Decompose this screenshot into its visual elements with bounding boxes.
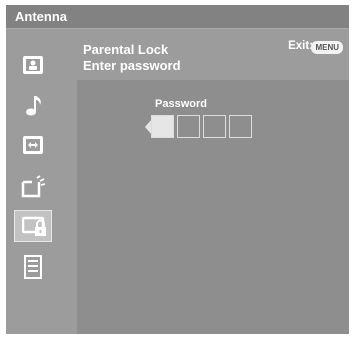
sidebar-item-parental-lock[interactable] (14, 210, 52, 242)
screen-adjust-icon (23, 136, 43, 154)
sidebar-item-setup[interactable] (14, 170, 52, 202)
password-digit-3[interactable] (203, 115, 226, 138)
sidebar-item-picture[interactable] (14, 50, 52, 82)
picture-icon (23, 56, 43, 74)
page-title: Parental Lock (83, 42, 169, 57)
exit-label: Exit: (288, 40, 313, 52)
password-digit-4[interactable] (229, 115, 252, 138)
top-bar: Antenna (6, 5, 349, 28)
sidebar (6, 29, 77, 334)
password-digit-1[interactable] (151, 115, 174, 138)
page-subtitle: Enter password (83, 58, 181, 73)
content-panel: Parental Lock Enter password Exit: MENU … (77, 29, 349, 334)
parental-lock-icon (22, 216, 46, 236)
menu-screen: Antenna Parental Lock Enter password Exi… (6, 5, 349, 334)
menu-key-badge[interactable]: MENU (311, 41, 343, 54)
password-label: Password (155, 98, 207, 110)
header-panel: Parental Lock Enter password Exit: MENU (77, 29, 349, 80)
setup-icon (21, 175, 46, 198)
sidebar-item-screen[interactable] (14, 130, 52, 162)
sidebar-item-sound[interactable] (14, 90, 52, 122)
music-note-icon (26, 96, 41, 116)
product-info-icon (24, 255, 42, 279)
sidebar-item-product-info[interactable] (14, 250, 52, 282)
password-digit-2[interactable] (177, 115, 200, 138)
input-source-title: Antenna (15, 9, 67, 24)
